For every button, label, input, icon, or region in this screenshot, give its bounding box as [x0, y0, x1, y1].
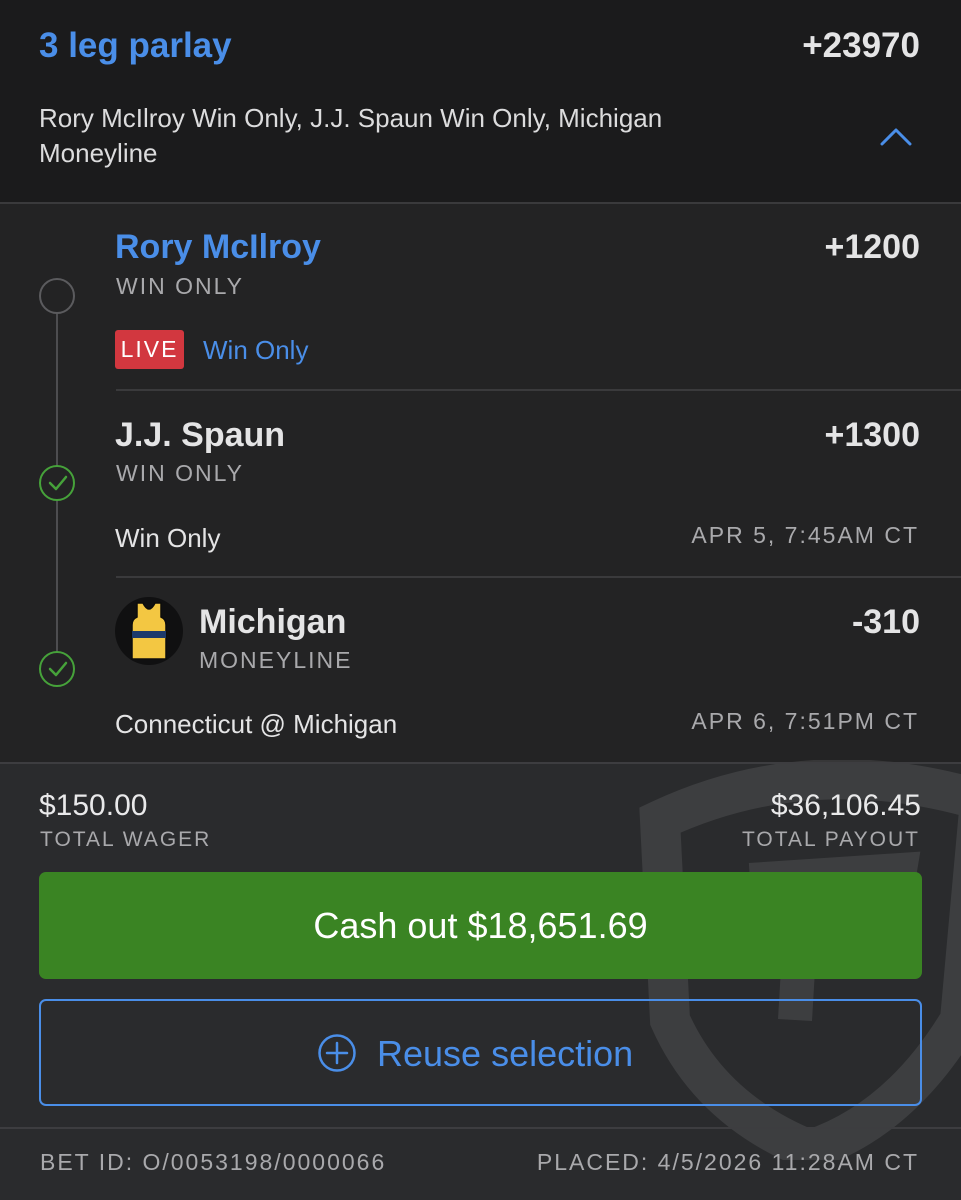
leg-odds: -310	[851, 603, 920, 641]
live-badge: LIVE	[115, 330, 184, 369]
leg-divider	[116, 389, 961, 391]
parlay-summary: Rory McIlroy Win Only, J.J. Spaun Win On…	[39, 103, 663, 168]
check-circle-icon	[39, 465, 75, 501]
leg-divider	[116, 576, 961, 578]
total-payout-value: $36,106.45	[770, 789, 921, 822]
total-wager-value: $150.00	[39, 789, 148, 822]
leg-date: APR 6, 7:51PM CT	[691, 708, 919, 734]
leg-name: J.J. Spaun	[115, 416, 286, 454]
parlay-odds: +23970	[802, 26, 920, 65]
meta-divider	[0, 1127, 961, 1129]
placed-timestamp: PLACED: 4/5/2026 11:28AM CT	[536, 1149, 919, 1175]
chevron-up-icon[interactable]	[878, 124, 914, 148]
leg-odds: +1200	[824, 228, 921, 266]
check-circle-icon	[39, 651, 75, 687]
plus-circle-icon	[318, 1034, 356, 1072]
footer-divider	[0, 762, 961, 764]
leg-name: Rory McIlroy	[115, 228, 321, 266]
leg-name: Michigan	[199, 603, 347, 641]
leg-event: Connecticut @ Michigan	[115, 709, 398, 739]
reuse-selection-label: Reuse selection	[377, 1033, 634, 1074]
leg-type: WIN ONLY	[116, 273, 245, 299]
leg-odds: +1300	[824, 416, 921, 454]
jersey-icon	[115, 597, 183, 665]
bet-id: BET ID: O/0053198/0000066	[40, 1149, 387, 1175]
leg-type: WIN ONLY	[116, 460, 245, 486]
leg-date: APR 5, 7:45AM CT	[691, 522, 919, 548]
leg-market: Win Only	[115, 523, 221, 553]
total-payout-label: TOTAL PAYOUT	[741, 828, 920, 851]
parlay-title: 3 leg parlay	[39, 26, 232, 65]
parlay-header[interactable]: 3 leg parlay +23970 Rory McIlroy Win Onl…	[0, 0, 961, 203]
total-wager-label: TOTAL WAGER	[40, 828, 212, 851]
live-market-link[interactable]: Win Only	[203, 335, 308, 366]
cash-out-button[interactable]: Cash out $18,651.69	[39, 872, 922, 979]
pending-leg-icon	[39, 278, 75, 314]
reuse-selection-button[interactable]: Reuse selection	[39, 999, 922, 1106]
leg-type: MONEYLINE	[199, 647, 353, 673]
